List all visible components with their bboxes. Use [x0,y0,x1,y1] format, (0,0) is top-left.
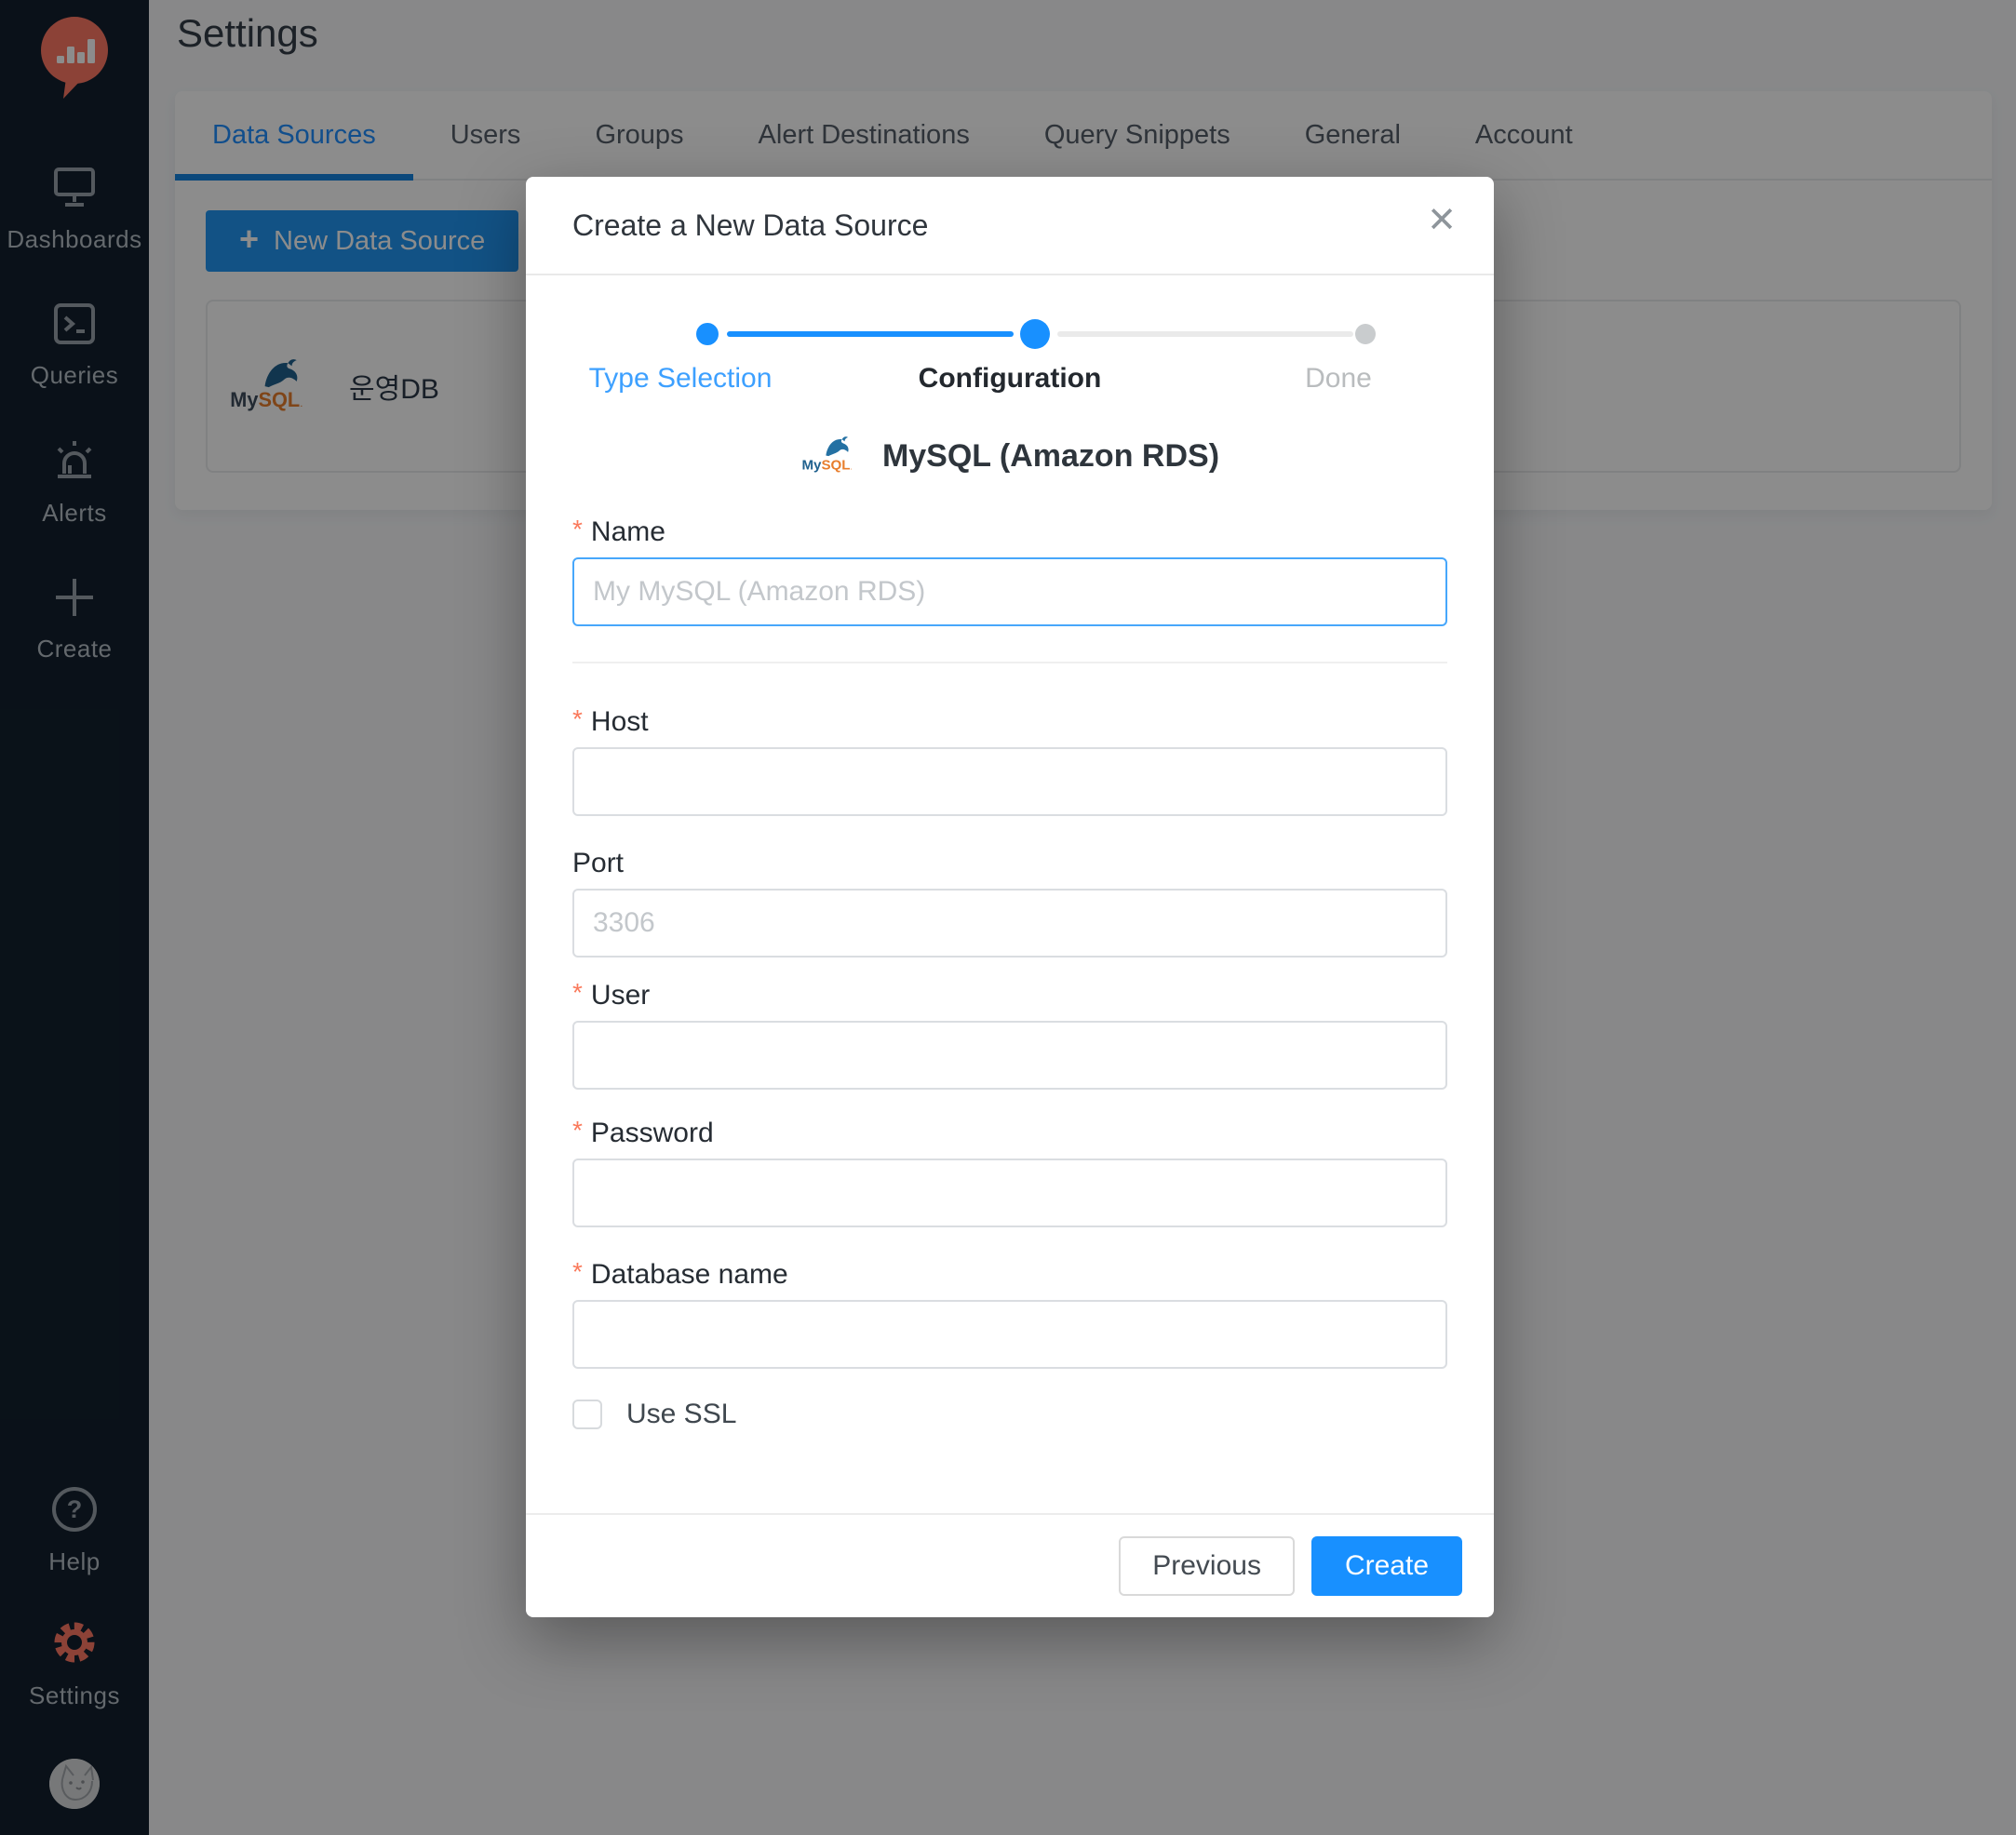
required-asterisk: * [572,516,583,542]
step-label-type-selection[interactable]: Type Selection [589,363,773,395]
database-name-field-label: * Database name [572,1259,1447,1291]
step-label-done: Done [1305,363,1372,395]
step-dot-done [1355,324,1376,344]
step-label-configuration: Configuration [919,363,1102,395]
mysql-logo-icon: MySQL. [800,430,867,483]
mysql-wordmark-dot: . [850,463,852,472]
wizard-steps: Type Selection Configuration Done [572,309,1447,406]
use-ssl-label: Use SSL [626,1399,736,1430]
data-source-type-heading: MySQL. MySQL (Amazon RDS) [572,430,1447,483]
user-input[interactable] [572,1021,1447,1090]
host-field-label: * Host [572,706,1447,738]
required-asterisk: * [572,980,583,1006]
use-ssl-checkbox[interactable] [572,1400,602,1429]
port-field-label: Port [572,848,1447,879]
field-label-text: Host [591,706,649,738]
database-name-input[interactable] [572,1300,1447,1369]
required-asterisk: * [572,1259,583,1285]
step-connector-completed [727,331,1014,337]
host-input[interactable] [572,747,1447,816]
step-dot-configuration [1020,319,1050,349]
port-input[interactable] [572,889,1447,958]
use-ssl-row: Use SSL [572,1399,1447,1430]
modal-footer: Previous Create [526,1513,1494,1617]
modal-title: Create a New Data Source [572,208,928,243]
password-input[interactable] [572,1159,1447,1227]
mysql-wordmark-my: My [801,458,822,474]
user-field-label: * User [572,980,1447,1011]
svg-text:MySQL.: MySQL. [801,458,852,474]
data-source-type-title: MySQL (Amazon RDS) [882,438,1219,475]
form-divider [572,662,1447,663]
field-label-text: Password [591,1118,714,1149]
required-asterisk: * [572,706,583,732]
create-button[interactable]: Create [1311,1536,1462,1596]
mysql-wordmark-sql: SQL [821,458,850,474]
close-icon[interactable]: ✕ [1427,203,1457,238]
create-data-source-modal: Create a New Data Source ✕ Type Selectio… [526,177,1494,1617]
modal-body: Type Selection Configuration Done MySQL.… [526,309,1494,1430]
field-label-text: Name [591,516,665,548]
required-asterisk: * [572,1118,583,1144]
previous-button[interactable]: Previous [1119,1536,1295,1596]
modal-header: Create a New Data Source ✕ [526,177,1494,275]
password-field-label: * Password [572,1118,1447,1149]
step-connector-upcoming [1057,331,1353,337]
field-label-text: Port [572,848,624,879]
step-dot-type-selection[interactable] [696,323,719,345]
field-label-text: User [591,980,650,1011]
name-field-label: * Name [572,516,1447,548]
field-label-text: Database name [591,1259,788,1291]
name-input[interactable] [572,557,1447,626]
